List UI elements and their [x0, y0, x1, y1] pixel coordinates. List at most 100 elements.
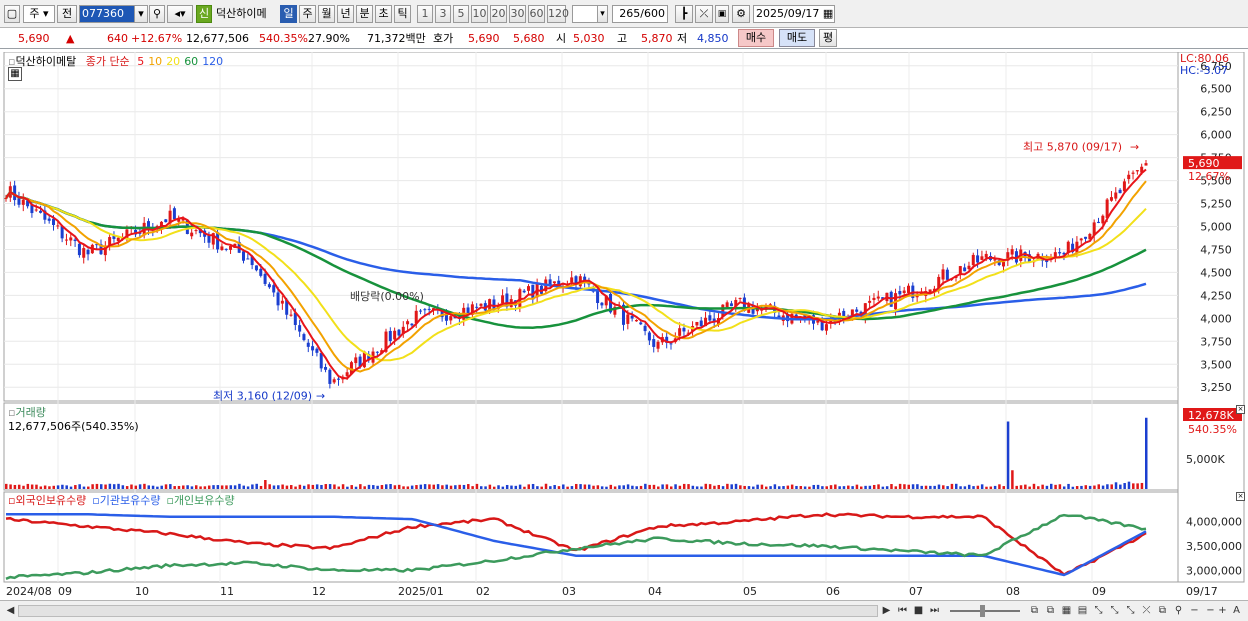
- period-tab-6[interactable]: 틱: [394, 5, 411, 23]
- layout-icon-4[interactable]: ▤: [1076, 604, 1089, 617]
- volume-bar: [1015, 485, 1018, 489]
- close-volume-icon[interactable]: ×: [1236, 405, 1245, 414]
- interval-button-3[interactable]: 3: [435, 5, 451, 23]
- volume-bar: [808, 486, 811, 489]
- draw-icon[interactable]: ⤫: [1140, 604, 1153, 617]
- volume-bar: [540, 486, 543, 489]
- zoom-out-icon[interactable]: −: [1188, 604, 1201, 617]
- period-tab-0[interactable]: 일: [280, 5, 297, 23]
- period-tab-4[interactable]: 분: [356, 5, 373, 23]
- volume-bar: [1024, 484, 1027, 489]
- font-size-icon[interactable]: A: [1230, 604, 1243, 617]
- interval-button-10[interactable]: 10: [471, 5, 488, 23]
- window-icon[interactable]: ▢: [4, 5, 20, 23]
- search-zoom-icon[interactable]: ⚲: [1172, 604, 1185, 617]
- crosshair-icon-2[interactable]: ⤡: [1108, 604, 1121, 617]
- x-axis-last-date: 09/17: [1186, 585, 1218, 598]
- x-axis-label: 2024/08: [6, 585, 52, 598]
- draw-tool-icon[interactable]: ⤫: [695, 5, 713, 23]
- interval-button-30[interactable]: 30: [509, 5, 526, 23]
- layout-icon-3[interactable]: ▦: [1060, 604, 1073, 617]
- prev-button[interactable]: 전: [57, 5, 77, 23]
- layout-icon-2[interactable]: ⧉: [1044, 604, 1057, 617]
- volume-bar: [1127, 481, 1131, 489]
- price-tick-label: 6,250: [1200, 106, 1232, 119]
- volume-bar: [950, 483, 954, 489]
- crosshair-icon[interactable]: ⤡: [1092, 604, 1105, 617]
- candle-body: [449, 316, 453, 321]
- volume-tick: 5,000K: [1186, 453, 1225, 466]
- pyeong-button[interactable]: 평: [819, 29, 837, 47]
- volume-bar: [367, 484, 371, 489]
- first-page-icon[interactable]: ⏮: [896, 604, 909, 617]
- period-tab-2[interactable]: 월: [318, 5, 335, 23]
- price-tick-label: 5,000: [1200, 221, 1232, 234]
- interval-button-60[interactable]: 60: [528, 5, 545, 23]
- layout-icon-1[interactable]: ⧉: [1028, 604, 1041, 617]
- volume-panel[interactable]: [3, 402, 1179, 491]
- price-tick-label: 3,500: [1200, 358, 1232, 371]
- stop-icon[interactable]: ■: [912, 604, 925, 617]
- speaker-icon[interactable]: ◂▾: [167, 5, 193, 23]
- volume-bar: [1058, 484, 1062, 489]
- interval-dropdown-icon[interactable]: ▾: [597, 5, 608, 23]
- period-select[interactable]: 주 ▾: [23, 5, 55, 23]
- dividend-annotation: 배당락(0.00%): [350, 290, 424, 303]
- count-display[interactable]: 265/600: [612, 5, 668, 23]
- interval-button-5[interactable]: 5: [453, 5, 469, 23]
- stock-code-input[interactable]: 077360: [79, 5, 135, 23]
- interval-button-120[interactable]: 120: [547, 5, 569, 23]
- volume-bar: [1054, 484, 1057, 489]
- copy-icon[interactable]: ⧉: [1156, 604, 1169, 617]
- last-page-icon[interactable]: ⏭: [928, 604, 941, 617]
- draw-line-icon[interactable]: ⤡: [1124, 604, 1137, 617]
- candle-body: [958, 266, 962, 274]
- close-holdings-icon[interactable]: ×: [1236, 492, 1245, 501]
- scrollbar-track[interactable]: [18, 605, 878, 617]
- candle-body: [699, 320, 703, 327]
- candle-body: [246, 258, 250, 260]
- volume-bar: [229, 485, 233, 489]
- sell-button[interactable]: 매도: [779, 29, 815, 47]
- volume-bar: [821, 486, 824, 489]
- scroll-right-icon[interactable]: ▶: [880, 604, 893, 617]
- candle-type-icon[interactable]: ┣: [675, 5, 693, 23]
- period-tab-5[interactable]: 초: [375, 5, 392, 23]
- volume-bar: [52, 485, 55, 489]
- volume-bar: [946, 486, 949, 489]
- zoom-slider[interactable]: [950, 610, 1020, 612]
- candle-body: [708, 315, 712, 321]
- volume-bar: [967, 484, 971, 489]
- candle-body: [311, 346, 315, 351]
- candle-body: [971, 254, 975, 266]
- volume-bar: [454, 485, 457, 489]
- period-tab-3[interactable]: 년: [337, 5, 354, 23]
- buy-button[interactable]: 매수: [738, 29, 774, 47]
- save-icon[interactable]: ▣: [715, 5, 729, 23]
- period-tab-1[interactable]: 주: [299, 5, 316, 23]
- volume-bar: [734, 483, 738, 489]
- holdings-legend-1: ▫기관보유수량: [92, 494, 161, 507]
- volume-bar: [562, 484, 565, 489]
- candle-body: [945, 269, 949, 280]
- volume-bar: [315, 484, 319, 489]
- code-dropdown-icon[interactable]: ▾: [134, 5, 148, 23]
- interval-button-20[interactable]: 20: [490, 5, 507, 23]
- volume-bar: [596, 485, 600, 489]
- current-pct-tag: 12.67%: [1188, 170, 1230, 183]
- candle-body: [216, 232, 220, 250]
- volume-bar: [160, 485, 163, 489]
- scroll-left-icon[interactable]: ◀: [4, 604, 17, 617]
- gear-icon[interactable]: ⚙: [732, 5, 750, 23]
- interval-button-1[interactable]: 1: [417, 5, 433, 23]
- x-axis-label: 09: [1092, 585, 1106, 598]
- table-icon[interactable]: ▦: [8, 67, 22, 81]
- stock-chart[interactable]: 6,7506,5006,2506,0005,7505,5005,2505,000…: [0, 52, 1248, 600]
- volume-bar: [985, 486, 988, 489]
- volume-bar: [402, 486, 405, 489]
- volume-bar: [147, 485, 150, 489]
- search-icon[interactable]: ⚲: [149, 5, 165, 23]
- zoom-handle[interactable]: [980, 605, 985, 617]
- zoom-in-icon[interactable]: +: [1216, 604, 1229, 617]
- date-input[interactable]: 2025/09/17 ▦: [753, 5, 835, 23]
